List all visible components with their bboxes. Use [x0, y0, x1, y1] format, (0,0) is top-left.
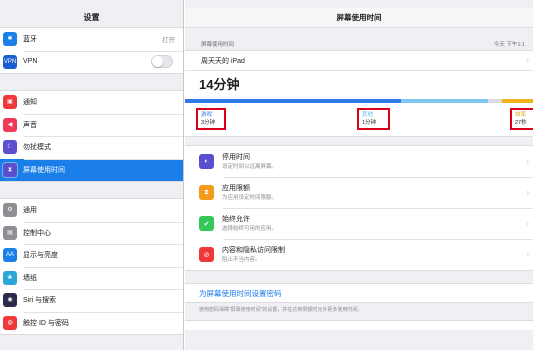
sidebar-item-label: 蓝牙	[23, 36, 37, 44]
sidebar-item-label: 屏幕使用时间	[23, 166, 65, 174]
sidebar-item[interactable]: ⧗ 屏幕使用时间	[0, 158, 183, 181]
limits-group: ◐ 停用时间设定时间以远离屏幕。 › ⧗ 应用限额为应用设定时间限额。 › ✔ 始终允许选择始…	[185, 145, 533, 271]
downtime-icon: ◐	[199, 154, 214, 169]
category-breakdown: 游戏 3分钟 其他 1分钟 效率 27秒	[185, 103, 533, 136]
limit-text: 始终允许选择始终可用的应用。	[222, 215, 277, 233]
app-limits-icon: ⧗	[199, 185, 214, 200]
category-games-name: 游戏	[201, 112, 213, 118]
passcode-footer: 使用密码保障“屏幕使用时间”的设置，并在达到限额时允许更多使用时间。	[199, 307, 363, 313]
category-reading-name: 效率	[515, 112, 527, 118]
settings-group: ✱ 蓝牙 打开 VPN VPN	[0, 28, 183, 74]
moon-icon: ☾	[3, 140, 17, 155]
settings-sidebar: 设置 ✱ 蓝牙 打开 VPN VPN ▣ 通知 ◀ 声音 ☾ 勿扰模式 ⧗ 屏幕使用时间 ⚙ 通用 ▤ 控制中心…	[0, 0, 184, 350]
device-row[interactable]: 周天天的 iPad ›	[185, 51, 533, 71]
screen-time-detail: 屏幕使用时间 屏幕使用时间 今天 下午1:1 周天天的 iPad › 14分钟 …	[185, 0, 533, 350]
sidebar-title: 设置	[0, 8, 183, 28]
limit-description: 为应用设定时间限额。	[222, 194, 278, 201]
limit-row[interactable]: ⧗ 应用限额为应用设定时间限额。 ›	[185, 177, 533, 208]
display-brightness-icon: AA	[3, 248, 17, 263]
section-label: 屏幕使用时间	[201, 42, 235, 48]
limit-row[interactable]: ⊘ 内容和隐私访问限制 阻止不当内容。 ›	[185, 239, 533, 270]
category-other-value: 1分钟	[362, 120, 377, 126]
vpn-icon: VPN	[3, 54, 17, 69]
wallpaper-icon: ❀	[3, 270, 17, 285]
sidebar-item[interactable]: ▤ 控制中心	[0, 221, 183, 245]
chevron-right-icon: ›	[526, 219, 529, 228]
limit-title: 应用限额	[222, 184, 250, 192]
settings-group: ⚙ 通用 ▤ 控制中心 AA 显示与亮度 ❀ 墙纸 ◉ Siri 与搜索 ◍ 触控 ID 与密码	[0, 198, 183, 335]
sidebar-item[interactable]: ◍ 触控 ID 与密码	[0, 311, 183, 335]
limit-description: 选择始终可用的应用。	[222, 225, 278, 232]
hourglass-icon: ⧗	[3, 162, 17, 177]
limit-row[interactable]: ✔ 始终允许选择始终可用的应用。 ›	[185, 208, 533, 239]
sidebar-item-label: Siri 与搜索	[23, 297, 57, 305]
limit-title: 停用时间	[222, 153, 250, 161]
sidebar-item-label: 通用	[23, 207, 37, 215]
sidebar-item-label: 墙纸	[23, 274, 37, 282]
total-usage: 14分钟	[199, 77, 240, 92]
category-reading: 效率 27秒	[510, 108, 533, 130]
sidebar-item[interactable]: ❀ 墙纸	[0, 266, 183, 290]
category-reading-value: 27秒	[515, 120, 527, 126]
settings-group: ▣ 通知 ◀ 声音 ☾ 勿扰模式 ⧗ 屏幕使用时间	[0, 90, 183, 182]
category-games: 游戏 3分钟	[196, 108, 226, 130]
sidebar-item[interactable]: ◉ Siri 与搜索	[0, 289, 183, 312]
limit-text: 内容和隐私访问限制 阻止不当内容。	[222, 246, 285, 264]
always-allowed-icon: ✔	[199, 216, 214, 231]
sidebar-item-label: 触控 ID 与密码	[23, 319, 69, 327]
sidebar-item[interactable]: AA 显示与亮度	[0, 244, 183, 267]
sidebar-item[interactable]: VPN VPN	[0, 50, 183, 74]
sidebar-item-label: 通知	[23, 99, 37, 107]
timestamp: 今天 下午1:1	[493, 42, 525, 48]
limit-title: 始终允许	[222, 215, 250, 223]
gear-icon: ⚙	[3, 203, 17, 218]
chevron-right-icon: ›	[526, 250, 529, 259]
category-games-value: 3分钟	[201, 120, 216, 126]
control-center-icon: ▤	[3, 225, 17, 240]
bluetooth-icon: ✱	[3, 32, 17, 47]
next-section	[185, 320, 533, 330]
device-name: 周天天的 iPad	[201, 57, 245, 65]
sidebar-item[interactable]: ☾ 勿扰模式	[0, 136, 183, 159]
set-passcode-button[interactable]: 为屏幕使用时间设置密码	[185, 283, 533, 303]
sidebar-item[interactable]: ✱ 蓝牙 打开	[0, 28, 183, 51]
restrictions-icon: ⊘	[199, 247, 214, 262]
fingerprint-icon: ◍	[3, 315, 17, 330]
category-other-name: 其他	[362, 112, 374, 118]
category-other: 其他 1分钟	[357, 108, 390, 130]
limit-row[interactable]: ◐ 停用时间设定时间以远离屏幕。 ›	[185, 146, 533, 177]
limit-text: 停用时间设定时间以远离屏幕。	[222, 153, 277, 171]
sidebar-item-value: 打开	[162, 37, 175, 45]
limit-title: 内容和隐私访问限制	[222, 246, 285, 254]
limit-description: 阻止不当内容。	[222, 256, 261, 263]
status-bar	[0, 0, 183, 8]
sidebar-item[interactable]: ▣ 通知	[0, 91, 183, 114]
vpn-toggle[interactable]	[151, 55, 173, 69]
chevron-right-icon: ›	[526, 157, 529, 166]
siri-icon: ◉	[3, 293, 17, 308]
chevron-right-icon: ›	[526, 56, 529, 65]
sidebar-item-label: 控制中心	[23, 229, 51, 237]
notifications-icon: ▣	[3, 95, 17, 110]
chevron-right-icon: ›	[526, 188, 529, 197]
usage-card[interactable]: 周天天的 iPad › 14分钟 游戏 3分钟 其他 1分钟 效率 27秒	[185, 50, 533, 137]
sidebar-item[interactable]: ⚙ 通用	[0, 199, 183, 222]
limit-text: 应用限额为应用设定时间限额。	[222, 184, 277, 202]
status-bar-right	[185, 0, 533, 8]
sidebar-item-label: VPN	[23, 58, 38, 66]
sidebar-item-label: 勿扰模式	[23, 144, 51, 152]
sidebar-item-label: 显示与亮度	[23, 252, 58, 260]
sidebar-item-label: 声音	[23, 121, 37, 129]
section-header: 屏幕使用时间 今天 下午1:1	[185, 36, 533, 48]
sidebar-item[interactable]: ◀ 声音	[0, 113, 183, 137]
page-title: 屏幕使用时间	[185, 8, 533, 28]
limit-description: 设定时间以远离屏幕。	[222, 163, 278, 170]
sound-icon: ◀	[3, 117, 17, 132]
